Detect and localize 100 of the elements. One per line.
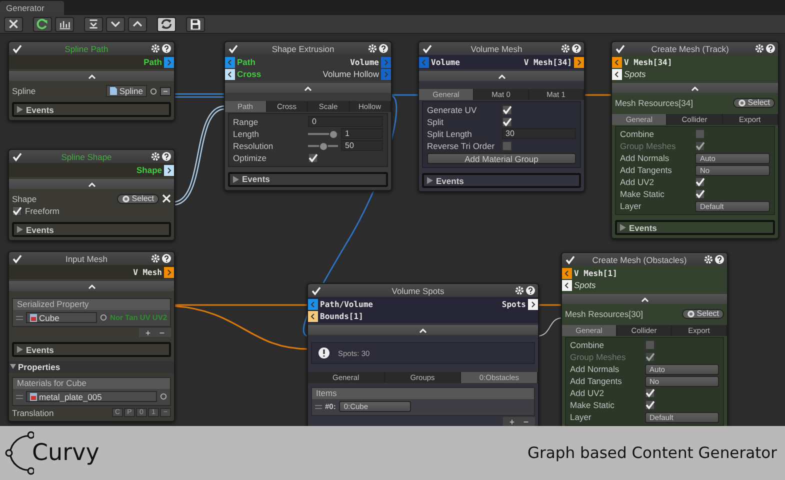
remove-button[interactable]: − (519, 417, 533, 426)
collapse-all-button[interactable] (84, 16, 103, 32)
input-port-icon[interactable] (562, 268, 572, 278)
gear-icon[interactable] (704, 255, 713, 264)
number-field[interactable]: 50 (341, 140, 383, 152)
input-port-icon[interactable] (612, 68, 622, 80)
events-foldout[interactable]: Events (12, 222, 171, 237)
add-button[interactable]: + (141, 328, 155, 337)
checkbox[interactable] (308, 152, 318, 163)
checkbox[interactable] (644, 400, 655, 410)
gear-icon[interactable] (561, 44, 570, 53)
input-port-icon[interactable] (612, 56, 622, 68)
checkbox[interactable] (695, 177, 705, 188)
remove-button[interactable]: − (160, 86, 171, 96)
enable-checkbox[interactable] (615, 44, 625, 54)
slider-thumb[interactable] (319, 142, 328, 152)
select-button[interactable]: Select (682, 308, 724, 319)
gear-icon[interactable] (515, 286, 524, 295)
input-port-icon[interactable] (562, 280, 572, 290)
field-label: Spline (12, 86, 37, 96)
help-icon[interactable] (766, 44, 775, 53)
drag-handle-icon[interactable] (16, 316, 23, 320)
help-icon[interactable] (162, 44, 171, 53)
input-port-icon[interactable] (308, 310, 318, 322)
port-label: V Mesh[34] (624, 58, 672, 66)
gear-icon[interactable] (151, 152, 160, 161)
select-button[interactable]: Select (732, 98, 775, 108)
field-label: Resolution (233, 140, 274, 151)
enable-checkbox[interactable] (12, 254, 22, 264)
add-button[interactable]: + (505, 417, 519, 426)
bar-chart-button[interactable] (55, 16, 74, 32)
help-icon[interactable] (526, 286, 535, 295)
field-label: Split (427, 116, 445, 127)
number-field[interactable]: 0 (308, 116, 383, 128)
window-tab[interactable]: Generator (0, 1, 64, 15)
checkbox[interactable] (644, 340, 655, 350)
gear-icon[interactable] (368, 44, 377, 53)
slider[interactable] (308, 142, 338, 150)
help-icon[interactable] (162, 152, 171, 161)
number-field[interactable]: 1 (341, 128, 383, 140)
chevron-up-icon (419, 328, 427, 332)
checkbox[interactable] (695, 189, 705, 200)
node-title: Shape Extrusion (270, 44, 336, 54)
drag-handle-icon[interactable] (16, 394, 23, 398)
port-label: Spots (574, 280, 596, 290)
object-field[interactable]: Spline (106, 85, 147, 97)
output-port-icon[interactable] (164, 164, 174, 176)
gear-icon[interactable] (151, 254, 160, 263)
close-icon[interactable] (162, 194, 171, 204)
checkbox[interactable] (12, 206, 22, 216)
object-picker-icon[interactable] (160, 393, 167, 400)
object-field[interactable]: metal_plate_005 (26, 391, 157, 402)
properties-foldout[interactable]: Properties (9, 361, 174, 373)
events-foldout[interactable]: Events (12, 102, 171, 117)
slider-thumb[interactable] (328, 130, 338, 140)
object-field[interactable]: Cube (26, 312, 98, 323)
drag-handle-icon[interactable] (315, 404, 322, 408)
enable-checkbox[interactable] (12, 152, 22, 162)
object-picker-icon[interactable] (100, 314, 108, 321)
help-icon[interactable] (572, 44, 581, 53)
refresh-button[interactable] (33, 16, 52, 32)
gear-icon[interactable] (755, 44, 764, 53)
number-field[interactable]: 30 (502, 128, 576, 140)
events-foldout[interactable]: Events (12, 342, 171, 357)
enable-checkbox[interactable] (12, 44, 22, 54)
gear-icon[interactable] (151, 44, 160, 53)
chevron-up-button[interactable] (128, 16, 147, 32)
sync-button[interactable] (157, 16, 176, 32)
checkbox[interactable] (502, 140, 512, 151)
select-button[interactable]: Select (116, 194, 159, 204)
events-foldout[interactable]: Events (228, 172, 388, 186)
close-button[interactable] (4, 16, 23, 32)
save-button[interactable] (186, 16, 205, 32)
help-icon[interactable] (162, 254, 171, 263)
chevron-down-button[interactable] (106, 16, 125, 32)
enable-checkbox[interactable] (228, 44, 238, 54)
help-icon[interactable] (715, 255, 724, 264)
checkbox[interactable] (644, 388, 655, 398)
enable-checkbox[interactable] (311, 286, 321, 296)
checkbox[interactable] (502, 116, 512, 127)
checkbox[interactable] (695, 129, 705, 140)
input-port-icon[interactable] (225, 56, 235, 68)
object-picker-icon[interactable] (150, 88, 157, 94)
checkbox[interactable] (502, 104, 512, 115)
input-port-icon[interactable] (419, 56, 429, 68)
enable-checkbox[interactable] (565, 254, 575, 264)
output-port-icon[interactable] (574, 56, 584, 68)
add-material-group-button[interactable]: Add Material Group (427, 153, 576, 164)
output-port-icon[interactable] (528, 298, 538, 310)
output-port-icon[interactable] (164, 266, 174, 278)
chevron-up-icon (691, 86, 699, 90)
slider[interactable] (308, 130, 338, 138)
enable-checkbox[interactable] (422, 44, 432, 54)
events-label: Events (436, 176, 464, 186)
input-port-icon[interactable] (225, 68, 235, 80)
help-icon[interactable] (379, 44, 388, 53)
events-foldout[interactable]: Events (422, 173, 581, 188)
remove-button[interactable]: − (155, 328, 169, 337)
events-foldout[interactable]: Events (615, 220, 775, 235)
input-port-icon[interactable] (308, 298, 318, 310)
